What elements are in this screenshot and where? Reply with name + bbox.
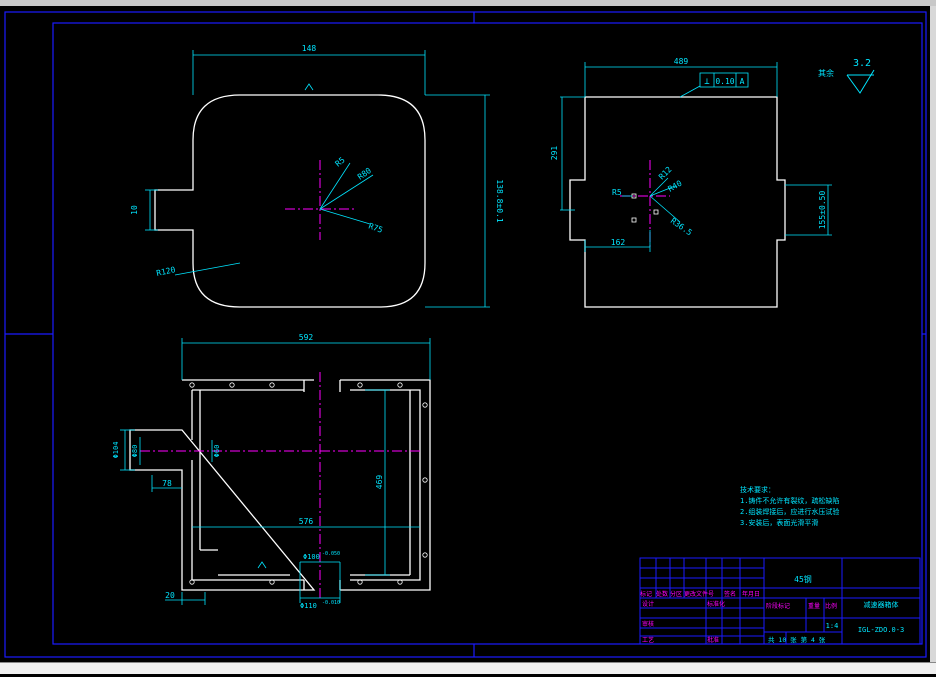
tb-stage-label: 阶段标记: [766, 602, 790, 610]
tb-scale: 1:4: [826, 622, 839, 630]
side-hole-2: [631, 217, 637, 223]
side-radius-a: R12: [657, 165, 674, 182]
tech-notes-heading: 技术要求：: [740, 485, 775, 494]
tb-scale-label: 比例: [825, 602, 837, 610]
bottom-dim-pipe-len: 78: [162, 479, 172, 488]
cad-viewport[interactable]: 148 138.8±0.1 10 R5 R80 R75 R120 ⊥ 0.10 …: [0, 0, 936, 673]
bottom-dim-pipe-bore: Φ60: [213, 445, 221, 458]
bottom-dim-top: Φ100: [303, 553, 320, 561]
tb-std-label: 标准化: [707, 600, 725, 608]
top-radius-corner: R120: [156, 265, 177, 278]
tech-note-1: 1.铸件不允许有裂纹，疏松缺陷: [740, 496, 839, 505]
top-radius-center: R5: [334, 155, 347, 168]
side-radius-small: R5: [612, 188, 622, 197]
roughness-symbol: 3.2 其余: [818, 58, 875, 94]
tb-sheets: 共 10 张 第 4 张: [768, 635, 826, 644]
tb-row-label-4: 更改文件号: [684, 590, 714, 598]
tolerance-symbol: ⊥: [704, 77, 710, 87]
bottom-dim-pipe-inner: Φ80: [131, 445, 139, 458]
title-block: 标记 处数 分区 更改文件号 签名 年月日 设计 审核 工艺 标准化 批准 阶段…: [639, 557, 921, 645]
window-top-edge: [0, 0, 936, 6]
top-view: 148 138.8±0.1 10 R5 R80 R75 R120: [130, 44, 504, 308]
bottom-view: 592 576 469 Φ104 Φ80 Φ60 78 20 Φ100 -0.0…: [112, 333, 431, 610]
bottom-dim-top-tol: -0.050: [322, 551, 340, 557]
tb-role-design: 设计: [642, 600, 654, 608]
top-view-outline: [154, 94, 426, 308]
tb-part-name: 减速器箱体: [864, 600, 899, 609]
bottom-dim-inner: 576: [299, 517, 314, 526]
drawing-frame: [4, 11, 927, 658]
side-radius-b: R40: [667, 179, 684, 194]
vertical-scrollbar[interactable]: [930, 6, 936, 662]
bottom-dim-pipe-outer: Φ104: [112, 442, 120, 459]
tolerance-datum: A: [740, 77, 745, 86]
roughness-value: 3.2: [853, 58, 871, 69]
top-dim-width: 148: [302, 44, 317, 53]
tolerance-value: 0.10: [715, 77, 734, 86]
side-dim-width: 489: [674, 57, 689, 66]
top-radius-outer: R75: [367, 221, 384, 234]
horizontal-scrollbar[interactable]: [0, 662, 936, 674]
tb-approve-label: 批准: [707, 636, 719, 644]
side-view: ⊥ 0.10 A 489 291 162 155±0.50 R5 R12 R40…: [550, 57, 875, 308]
tech-note-3: 3.安装后，表面光滑平滑: [740, 518, 818, 527]
tech-note-2: 2.组装焊接后，应进行水压试验: [740, 507, 839, 516]
tb-drawing-no: IGL-ZDO.0-3: [858, 626, 904, 634]
bottom-dim-width: 592: [299, 333, 314, 342]
tb-weight-label: 重量: [808, 602, 820, 610]
tb-material: 45钢: [794, 574, 812, 584]
tb-row-label-6: 年月日: [742, 590, 760, 598]
bottom-roughness-mark: [257, 561, 267, 569]
side-dim-offset: 162: [611, 238, 626, 247]
top-roughness-mark: [304, 83, 314, 91]
top-dim-slot: 10: [130, 205, 139, 215]
tb-role-process: 工艺: [642, 636, 654, 644]
bottom-dim-bot: Φ110: [300, 602, 317, 610]
drawing-canvas[interactable]: 148 138.8±0.1 10 R5 R80 R75 R120 ⊥ 0.10 …: [0, 0, 936, 673]
side-radius-c: R36.5: [669, 216, 694, 237]
tb-row-label-3: 分区: [670, 590, 682, 598]
top-radius-hole: R80: [356, 166, 373, 182]
tb-role-review: 审核: [642, 620, 654, 628]
side-view-outline: [569, 96, 786, 308]
tech-notes: 技术要求： 1.铸件不允许有裂纹，疏松缺陷 2.组装焊接后，应进行水压试验 3.…: [740, 485, 839, 527]
tb-row-label-1: 标记: [640, 590, 652, 598]
bottom-dim-left: 20: [165, 591, 175, 600]
tb-row-label-5: 签名: [724, 590, 736, 598]
roughness-label: 其余: [818, 68, 834, 78]
side-hole-3: [653, 209, 659, 215]
top-dim-height: 138.8±0.1: [495, 179, 504, 223]
bottom-dim-height: 469: [375, 475, 384, 490]
tb-row-label-2: 处数: [656, 590, 668, 598]
side-dim-right: 155±0.50: [818, 191, 827, 230]
bottom-dim-bot-tol: -0.010: [322, 600, 340, 606]
side-dim-height: 291: [550, 146, 559, 161]
